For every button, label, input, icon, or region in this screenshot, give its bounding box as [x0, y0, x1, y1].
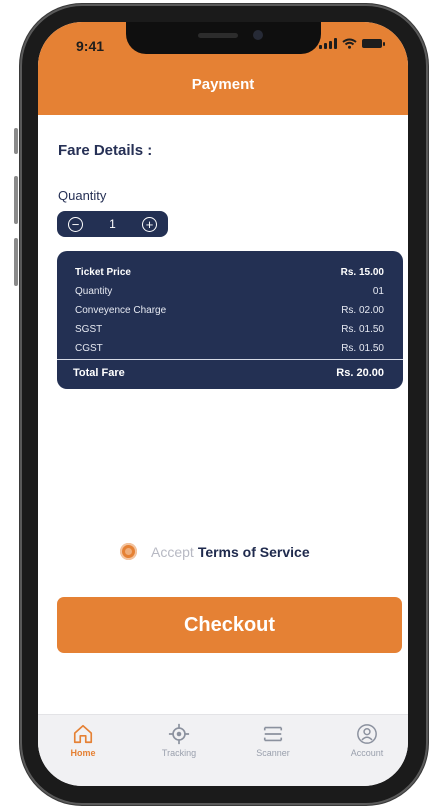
- quantity-label: Quantity: [58, 188, 107, 203]
- crosshair-icon: [168, 723, 190, 745]
- scanner-icon: [263, 726, 283, 742]
- nav-tracking-label: Tracking: [161, 748, 197, 758]
- fare-label: SGST: [75, 324, 103, 335]
- nav-scanner-label: Scanner: [256, 748, 290, 758]
- fare-row-conveyence: Conveyence Charge Rs. 02.00: [75, 305, 384, 316]
- volume-up-button: [14, 176, 18, 224]
- increment-button[interactable]: +: [142, 216, 157, 232]
- fare-row-ticket-price: Ticket Price Rs. 15.00: [75, 267, 384, 278]
- nav-account-label: Account: [350, 748, 384, 758]
- nav-account[interactable]: Account: [332, 723, 402, 758]
- fare-label: CGST: [75, 343, 103, 354]
- header: 9:41 Payment: [38, 22, 408, 115]
- terms-radio[interactable]: [120, 543, 137, 560]
- checkout-button[interactable]: Checkout: [57, 597, 402, 653]
- nav-home-label: Home: [70, 748, 96, 758]
- fare-label: Conveyence Charge: [75, 305, 167, 316]
- terms-text: Accept Terms of Service: [151, 544, 310, 560]
- fare-details-title: Fare Details :: [58, 142, 153, 159]
- fare-label: Ticket Price: [75, 267, 131, 278]
- fare-value: Rs. 15.00: [340, 267, 384, 278]
- fare-value: Rs. 01.50: [341, 324, 384, 335]
- quantity-stepper: − 1 +: [57, 211, 168, 237]
- front-camera: [253, 30, 263, 40]
- fare-total-row: Total Fare Rs. 20.00: [73, 367, 384, 379]
- mute-switch: [14, 128, 18, 154]
- fare-summary-card: Ticket Price Rs. 15.00 Quantity 01 Conve…: [57, 251, 403, 389]
- battery-icon: [362, 39, 385, 48]
- nav-tracking[interactable]: Tracking: [144, 723, 214, 758]
- signal-icon: [319, 38, 337, 49]
- wifi-icon: [342, 38, 357, 49]
- quantity-value: 1: [109, 217, 116, 231]
- decrement-button[interactable]: −: [68, 216, 83, 232]
- fare-value: 01: [372, 286, 384, 297]
- nav-home[interactable]: Home: [48, 723, 118, 758]
- terms-accept-label: Accept: [151, 543, 194, 560]
- home-icon: [73, 724, 93, 744]
- terms-of-service-link[interactable]: Terms of Service: [198, 544, 310, 560]
- fare-label: Quantity: [75, 286, 113, 297]
- page-title: Payment: [191, 76, 255, 93]
- page: 9:41 Payment Fare Details : Quantity − 1…: [0, 0, 432, 809]
- status-time: 9:41: [76, 38, 105, 54]
- total-value: Rs. 20.00: [336, 367, 384, 379]
- fare-divider: [57, 359, 403, 360]
- volume-down-button: [14, 238, 18, 286]
- status-icons: [319, 38, 385, 49]
- fare-row-cgst: CGST Rs. 01.50: [75, 343, 384, 354]
- user-circle-icon: [357, 724, 377, 744]
- fare-value: Rs. 02.00: [341, 305, 384, 316]
- fare-row-sgst: SGST Rs. 01.50: [75, 324, 384, 335]
- total-label: Total Fare: [73, 367, 125, 379]
- speaker: [198, 33, 238, 38]
- terms-row: Accept Terms of Service: [120, 543, 310, 560]
- bottom-nav: Home Tracking Scanner Account: [38, 714, 408, 786]
- notch: [126, 22, 321, 54]
- fare-row-quantity: Quantity 01: [75, 286, 384, 297]
- fare-value: Rs. 01.50: [341, 343, 384, 354]
- nav-scanner[interactable]: Scanner: [238, 723, 308, 758]
- phone-screen: 9:41 Payment Fare Details : Quantity − 1…: [38, 22, 408, 786]
